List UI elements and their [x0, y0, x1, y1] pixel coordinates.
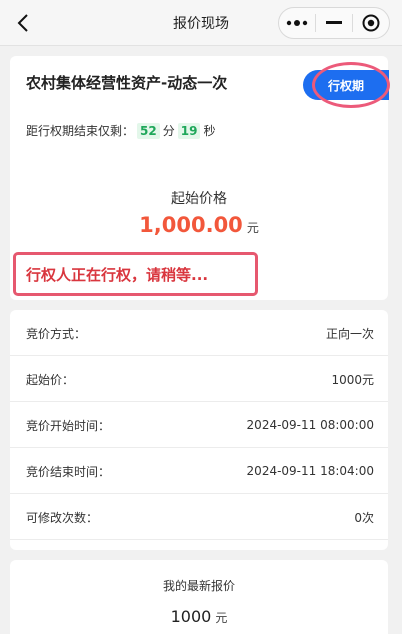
detail-label: 竞价开始时间：	[26, 418, 111, 433]
countdown-minutes-unit: 分	[162, 124, 175, 138]
status-message: 行权人正在行权，请稍等...	[26, 265, 209, 284]
asset-title: 农村集体经营性资产-动态一次	[26, 74, 228, 92]
row-divider	[10, 539, 388, 540]
detail-value: 2024-09-11 18:04:00	[246, 464, 374, 478]
countdown: 距行权期结束仅剩： 52 分 19 秒	[26, 122, 215, 139]
auction-details-card: 竞价方式： 正向一次 起始价： 1000元 竞价开始时间： 2024-09-11…	[10, 310, 388, 550]
countdown-seconds: 19	[177, 122, 201, 139]
nav-bar: 报价现场	[0, 0, 402, 46]
detail-row-modify-count: 可修改次数： 0次	[10, 494, 388, 540]
minus-icon	[325, 21, 342, 24]
detail-label: 起始价：	[26, 372, 75, 387]
page: 报价现场 农村集体经营性资产-动态一次 行权期 距行权期结束仅剩： 52 分 1…	[0, 0, 402, 634]
target-circle-icon	[362, 14, 380, 32]
detail-row-start-price: 起始价： 1000元	[10, 356, 388, 402]
status-message-box: 行权人正在行权，请稍等...	[13, 252, 258, 296]
start-price: 1,000.00 元	[10, 213, 388, 237]
detail-label: 竞价结束时间：	[26, 464, 111, 479]
close-button[interactable]	[353, 8, 389, 38]
start-price-unit: 元	[246, 221, 259, 235]
countdown-minutes: 52	[137, 122, 160, 139]
detail-value: 1000元	[331, 372, 374, 387]
mini-program-capsule	[278, 7, 390, 39]
countdown-prefix: 距行权期结束仅剩：	[26, 124, 135, 138]
detail-label: 竞价方式：	[26, 326, 87, 341]
auction-info-card: 农村集体经营性资产-动态一次 行权期 距行权期结束仅剩： 52 分 19 秒 起…	[10, 56, 390, 300]
detail-value: 2024-09-11 08:00:00	[246, 418, 374, 432]
my-bid-label: 我的最新报价	[162, 579, 235, 593]
detail-value: 正向一次	[325, 326, 374, 341]
minimize-button[interactable]	[316, 8, 352, 38]
detail-value: 0次	[354, 510, 374, 525]
my-bid-card: 我的最新报价 1000 元	[10, 560, 388, 634]
my-bid-price: 1000 元	[10, 607, 388, 626]
more-dots-icon	[286, 20, 308, 26]
detail-row-bid-method: 竞价方式： 正向一次	[10, 310, 388, 356]
my-bid-unit: 元	[215, 611, 228, 625]
countdown-seconds-unit: 秒	[203, 124, 216, 138]
more-button[interactable]	[279, 8, 315, 38]
start-price-label: 起始价格	[171, 191, 227, 207]
detail-label: 可修改次数：	[26, 510, 99, 525]
my-bid-value: 1000	[170, 607, 212, 626]
detail-row-start-time: 竞价开始时间： 2024-09-11 08:00:00	[10, 402, 388, 448]
detail-row-end-time: 竞价结束时间： 2024-09-11 18:04:00	[10, 448, 388, 494]
start-price-value: 1,000.00	[139, 213, 243, 237]
exercise-period-button[interactable]: 行权期	[303, 70, 389, 100]
